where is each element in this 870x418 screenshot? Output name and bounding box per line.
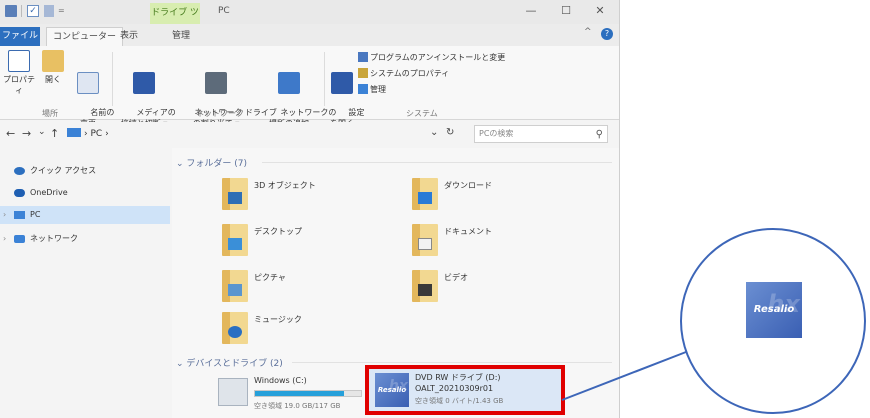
resalio-mark: hx	[767, 290, 800, 318]
resalio-logo-icon: hx Resalio	[746, 282, 802, 338]
screenshot-stage: ✓ = ドライブ ツール PC — ☐ ✕ ファイル コンピューター 表示 管理…	[0, 0, 870, 418]
callout-circle: hx Resalio	[680, 228, 866, 414]
